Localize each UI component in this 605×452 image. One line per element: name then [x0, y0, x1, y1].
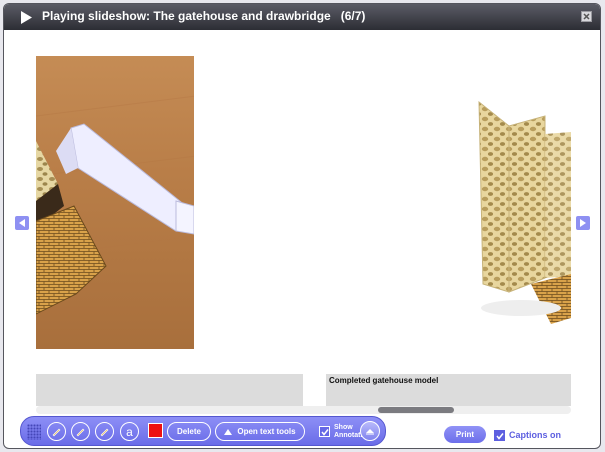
text-tool-button[interactable]: a: [120, 422, 139, 441]
pen-tool-2-button[interactable]: [71, 422, 90, 441]
annotation-toolbar: a Delete Open text tools Show Annotation…: [20, 416, 386, 446]
caption-text: Completed gatehouse model: [329, 376, 439, 385]
slideshow-window: Playing slideshow: The gatehouse and dra…: [3, 3, 601, 449]
close-icon: [583, 13, 590, 20]
print-button[interactable]: Print: [444, 426, 486, 443]
wooden-table-photo: [36, 95, 194, 315]
slide-image-completed-model: [469, 96, 571, 326]
horizontal-scrollbar[interactable]: [36, 406, 571, 414]
pencil-icon: [52, 428, 61, 437]
open-text-tools-label: Open text tools: [237, 427, 296, 436]
collapse-toolbar-button[interactable]: [360, 421, 380, 441]
gatehouse-model-photo: [478, 100, 571, 324]
window-title: Playing slideshow: The gatehouse and dra…: [42, 9, 365, 23]
close-button[interactable]: [581, 11, 592, 22]
checkmark-icon: [495, 432, 504, 440]
slide-counter: (6/7): [340, 9, 366, 23]
slide-image: [36, 56, 194, 349]
title-bar: Playing slideshow: The gatehouse and dra…: [4, 4, 600, 30]
text-icon: a: [126, 424, 133, 439]
play-icon[interactable]: [20, 11, 32, 24]
caption-box-right: Completed gatehouse model: [326, 374, 571, 406]
pen-color-swatch[interactable]: [148, 423, 163, 438]
captions-label: Captions on: [509, 430, 561, 440]
caption-text: [36, 374, 303, 378]
caption-box-left: [36, 374, 303, 406]
slideshow-title: Playing slideshow: The gatehouse and dra…: [42, 9, 331, 23]
delete-button[interactable]: Delete: [167, 422, 211, 441]
next-slide-button[interactable]: [576, 216, 590, 230]
checkmark-icon: [320, 428, 329, 436]
pen-tool-3-button[interactable]: [95, 422, 114, 441]
triangle-up-icon: [224, 428, 233, 435]
pencil-icon: [100, 428, 109, 437]
open-text-tools-button[interactable]: Open text tools: [215, 422, 305, 441]
scrollbar-thumb[interactable]: [378, 407, 454, 413]
show-annotations-checkbox[interactable]: [319, 426, 330, 437]
pencil-icon: [76, 428, 85, 437]
drag-handle[interactable]: [27, 424, 41, 440]
previous-slide-button[interactable]: [15, 216, 29, 230]
pen-tool-1-button[interactable]: [47, 422, 66, 441]
chevron-up-icon: [366, 429, 374, 435]
captions-checkbox[interactable]: [494, 430, 505, 441]
